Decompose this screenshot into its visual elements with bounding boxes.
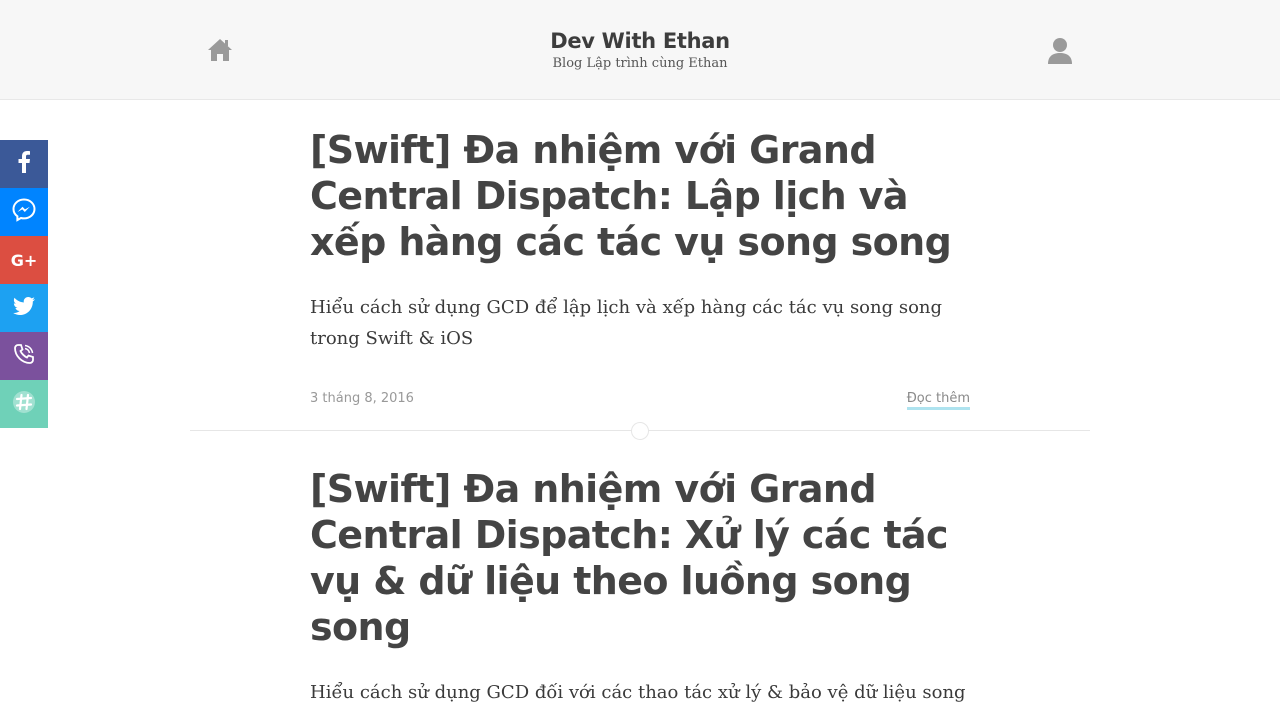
post-list: [Swift] Đa nhiệm với Grand Central Dispa… (0, 100, 1280, 708)
home-icon[interactable] (206, 37, 234, 63)
post-title[interactable]: [Swift] Đa nhiệm với Grand Central Dispa… (310, 466, 970, 650)
post-meta: 3 tháng 8, 2016 Đọc thêm (310, 391, 970, 421)
post-item: [Swift] Đa nhiệm với Grand Central Dispa… (310, 127, 970, 421)
divider-circle (631, 422, 649, 440)
site-subtitle: Blog Lập trình cùng Ethan (552, 56, 728, 71)
site-title[interactable]: Dev With Ethan (440, 28, 840, 54)
post-divider (190, 422, 1090, 440)
post-excerpt: Hiểu cách sử dụng GCD đối với các thao t… (310, 682, 966, 703)
post-excerpt: Hiểu cách sử dụng GCD để lập lịch và xếp… (310, 297, 943, 349)
read-more-link[interactable]: Đọc thêm (906, 391, 970, 410)
post-item: [Swift] Đa nhiệm với Grand Central Dispa… (310, 466, 970, 708)
site-brand: Dev With Ethan Blog Lập trình cùng Ethan (440, 28, 840, 73)
site-header: Dev With Ethan Blog Lập trình cùng Ethan (0, 0, 1280, 100)
post-title[interactable]: [Swift] Đa nhiệm với Grand Central Dispa… (310, 127, 970, 265)
user-icon[interactable] (1047, 37, 1073, 65)
post-date: 3 tháng 8, 2016 (310, 391, 414, 406)
